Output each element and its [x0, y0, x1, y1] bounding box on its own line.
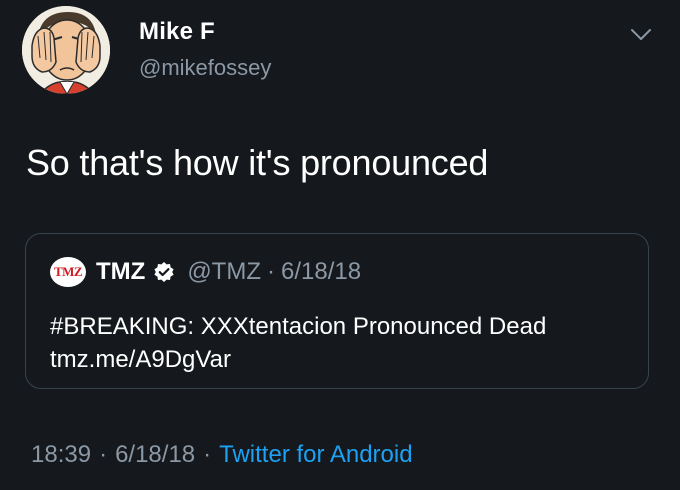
tweet-container: Mike F @mikefossey So that's how it's pr…: [0, 0, 680, 490]
quoted-tweet-header: TMZ TMZ @TMZ · 6/18/18: [50, 256, 361, 288]
avatar[interactable]: [22, 6, 110, 94]
tmz-avatar[interactable]: TMZ: [50, 257, 86, 287]
tweet-source-link[interactable]: Twitter for Android: [219, 441, 412, 468]
tweet-meta: 18:39 · 6/18/18 · Twitter for Android: [31, 441, 413, 469]
meta-separator: ·: [99, 441, 108, 468]
quoted-display-name[interactable]: TMZ: [96, 258, 145, 286]
tweet-text: So that's how it's pronounced: [26, 142, 489, 183]
tmz-logo-text: TMZ: [53, 264, 83, 279]
quoted-tweet-card[interactable]: TMZ TMZ @TMZ · 6/18/18 #BREAKING: XXXten…: [25, 233, 649, 389]
tweet-date: 6/18/18: [115, 441, 196, 468]
quoted-tweet-text: #BREAKING: XXXtentacion Pronounced Dead …: [50, 310, 546, 376]
quoted-text-line-1: #BREAKING: XXXtentacion Pronounced Dead: [50, 313, 547, 340]
quoted-date[interactable]: 6/18/18: [281, 258, 361, 286]
quoted-handle[interactable]: @TMZ: [187, 258, 261, 286]
chevron-down-icon[interactable]: [629, 26, 653, 44]
tweet-time: 18:39: [31, 441, 92, 468]
quoted-text-line-2: tmz.me/A9DgVar: [50, 346, 231, 373]
author-handle[interactable]: @mikefossey: [139, 55, 271, 81]
author-display-name[interactable]: Mike F: [139, 18, 215, 46]
meta-separator: ·: [203, 441, 212, 468]
verified-badge-icon: [153, 261, 175, 283]
avatar-illustration: [22, 6, 110, 94]
quoted-separator: ·: [267, 258, 275, 285]
